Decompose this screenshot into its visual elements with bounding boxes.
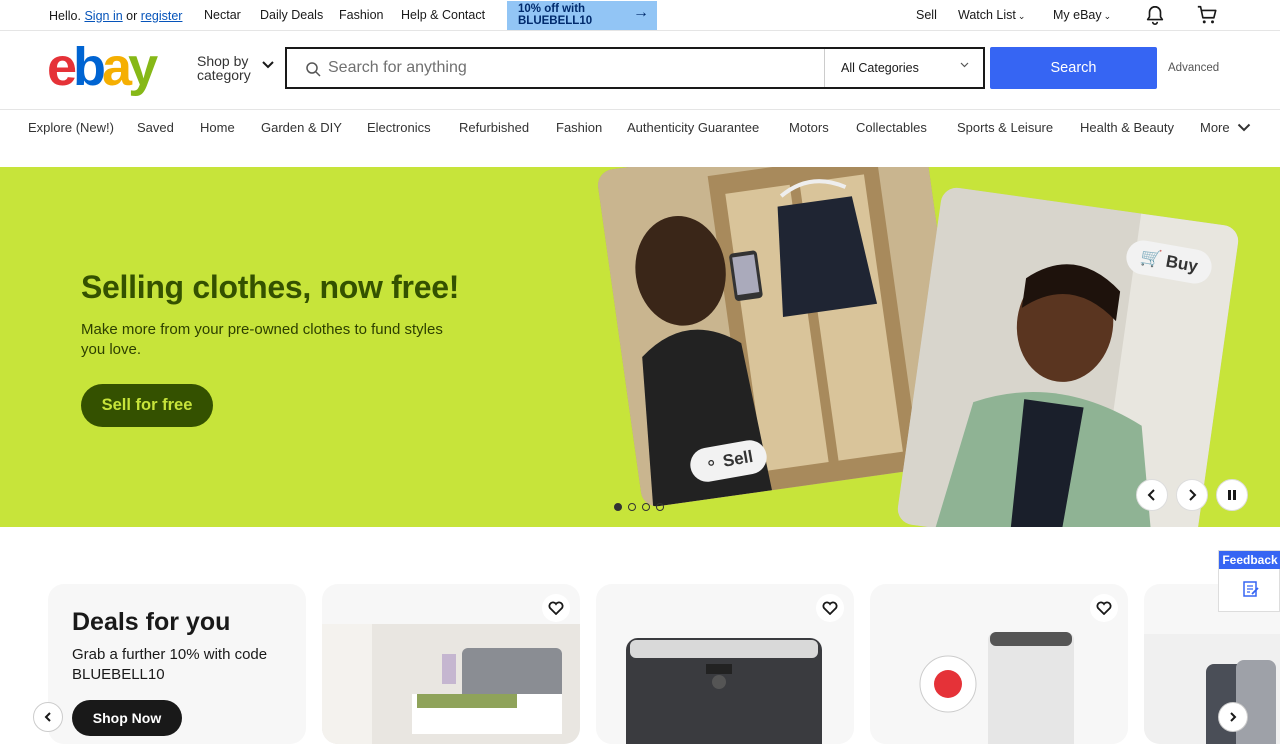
hero-title: Selling clothes, now free!: [81, 269, 460, 305]
promo-banner[interactable]: 10% off with BLUEBELL10 →: [507, 1, 657, 30]
phone-image: [1144, 634, 1280, 744]
carousel-dot[interactable]: [628, 503, 636, 511]
tag-icon: ⚬: [702, 452, 720, 475]
chevron-down-icon: [262, 61, 274, 69]
nav-authenticity-guarantee[interactable]: Authenticity Guarantee: [627, 120, 759, 135]
nav-motors[interactable]: Motors: [789, 120, 829, 135]
feedback-tab[interactable]: Feedback: [1218, 550, 1280, 612]
nav-more[interactable]: More: [1200, 120, 1230, 135]
hero-subtitle: Make more from your pre-owned clothes to…: [81, 321, 443, 358]
heart-icon: [1096, 601, 1112, 615]
appliance-image: [870, 624, 1128, 744]
bed-image: [322, 624, 580, 744]
chevron-down-icon: [960, 62, 969, 68]
sell-link[interactable]: Sell: [916, 8, 937, 22]
hero-banner: Selling clothes, now free! Make more fro…: [0, 167, 1280, 527]
nav-collectables[interactable]: Collectables: [856, 120, 927, 135]
deals-next-button[interactable]: [1218, 702, 1248, 732]
feedback-label: Feedback: [1219, 551, 1280, 569]
chevron-down-icon: [1237, 123, 1251, 132]
hero-image-buyer: [895, 185, 1241, 527]
buy-tag-label: Buy: [1164, 251, 1200, 276]
nav-garden-diy[interactable]: Garden & DIY: [261, 120, 342, 135]
help-contact-link[interactable]: Help & Contact: [401, 8, 485, 22]
chevron-right-icon: [1189, 489, 1197, 501]
carousel-dot[interactable]: [656, 503, 664, 511]
deals-subtitle: Grab a further 10% with code BLUEBELL10: [72, 646, 268, 683]
search-input[interactable]: [328, 49, 818, 87]
logo-letter-e: e: [47, 37, 77, 97]
category-select[interactable]: All Categories: [824, 49, 985, 87]
shop-by-line2: category: [197, 67, 251, 83]
shop-now-button[interactable]: Shop Now: [72, 700, 182, 736]
carousel-dot[interactable]: [642, 503, 650, 511]
daily-deals-link[interactable]: Daily Deals: [260, 8, 323, 22]
search-button[interactable]: Search: [990, 47, 1157, 89]
carousel-pause-button[interactable]: [1216, 479, 1248, 511]
deals-title: Deals for you: [72, 608, 231, 636]
greeting-hello: Hello.: [49, 8, 81, 23]
cart-icon[interactable]: [1195, 4, 1219, 26]
product-card-appliance[interactable]: [870, 584, 1128, 744]
buyer-photo-illustration: [895, 185, 1241, 527]
carousel-next-button[interactable]: [1176, 479, 1208, 511]
category-select-value: All Categories: [841, 61, 919, 75]
watch-list-menu[interactable]: Watch List ⌄: [958, 8, 1025, 22]
edit-note-icon: [1243, 581, 1259, 597]
nav-saved[interactable]: Saved: [137, 120, 174, 135]
air-fryer-image: [596, 624, 854, 744]
search-icon: [306, 62, 321, 77]
nav-electronics[interactable]: Electronics: [367, 120, 431, 135]
top-utility-bar: Hello. Sign in or register Nectar Daily …: [0, 0, 1280, 31]
chevron-left-icon: [44, 712, 51, 722]
category-nav: Explore (New!) Saved Home Garden & DIY E…: [0, 109, 1280, 145]
pause-icon: [1228, 490, 1236, 500]
register-link[interactable]: register: [141, 9, 183, 23]
nav-explore[interactable]: Explore (New!): [28, 120, 114, 135]
nav-sports-leisure[interactable]: Sports & Leisure: [957, 120, 1053, 135]
greeting: Hello. Sign in or register: [49, 0, 182, 31]
watch-heart-button[interactable]: [1090, 594, 1118, 622]
sign-in-link[interactable]: Sign in: [84, 9, 122, 23]
logo-letter-y: y: [128, 37, 158, 97]
nectar-link[interactable]: Nectar: [204, 8, 241, 22]
chevron-right-icon: [1230, 712, 1237, 722]
carousel-dot[interactable]: [614, 503, 622, 511]
product-card-air-fryer[interactable]: [596, 584, 854, 744]
shop-by-line1: Shop by: [197, 53, 249, 69]
watch-list-label: Watch List: [958, 8, 1016, 22]
watch-heart-button[interactable]: [542, 594, 570, 622]
watch-heart-button[interactable]: [816, 594, 844, 622]
chevron-down-icon: ⌄: [1017, 11, 1026, 21]
heart-icon: [822, 601, 838, 615]
sell-for-free-button[interactable]: Sell for free: [81, 384, 213, 427]
fashion-link[interactable]: Fashion: [339, 8, 383, 22]
product-card-bed[interactable]: [322, 584, 580, 744]
carousel-dots: [614, 503, 664, 511]
search-bar: All Categories: [285, 47, 985, 89]
carousel-prev-button[interactable]: [1136, 479, 1168, 511]
nav-health-beauty[interactable]: Health & Beauty: [1080, 120, 1174, 135]
nav-refurbished[interactable]: Refurbished: [459, 120, 529, 135]
deals-prev-button[interactable]: [33, 702, 63, 732]
my-ebay-menu[interactable]: My eBay ⌄: [1053, 8, 1111, 22]
nav-home[interactable]: Home: [200, 120, 235, 135]
heart-icon: [548, 601, 564, 615]
sell-tag-label: Sell: [721, 446, 755, 471]
chevron-down-icon: ⌄: [1103, 11, 1112, 21]
shop-by-category-button[interactable]: Shop by category: [197, 54, 251, 82]
my-ebay-label: My eBay: [1053, 8, 1102, 22]
cart-icon: 🛒: [1138, 247, 1164, 270]
ebay-logo[interactable]: ebay: [47, 40, 167, 94]
chevron-left-icon: [1147, 489, 1155, 501]
bell-icon[interactable]: [1144, 4, 1166, 26]
logo-letter-b: b: [73, 37, 106, 97]
logo-letter-a: a: [102, 37, 132, 97]
nav-fashion[interactable]: Fashion: [556, 120, 602, 135]
advanced-search-link[interactable]: Advanced: [1168, 62, 1219, 74]
arrow-right-icon: →: [633, 4, 649, 21]
greeting-or: or: [126, 8, 138, 23]
